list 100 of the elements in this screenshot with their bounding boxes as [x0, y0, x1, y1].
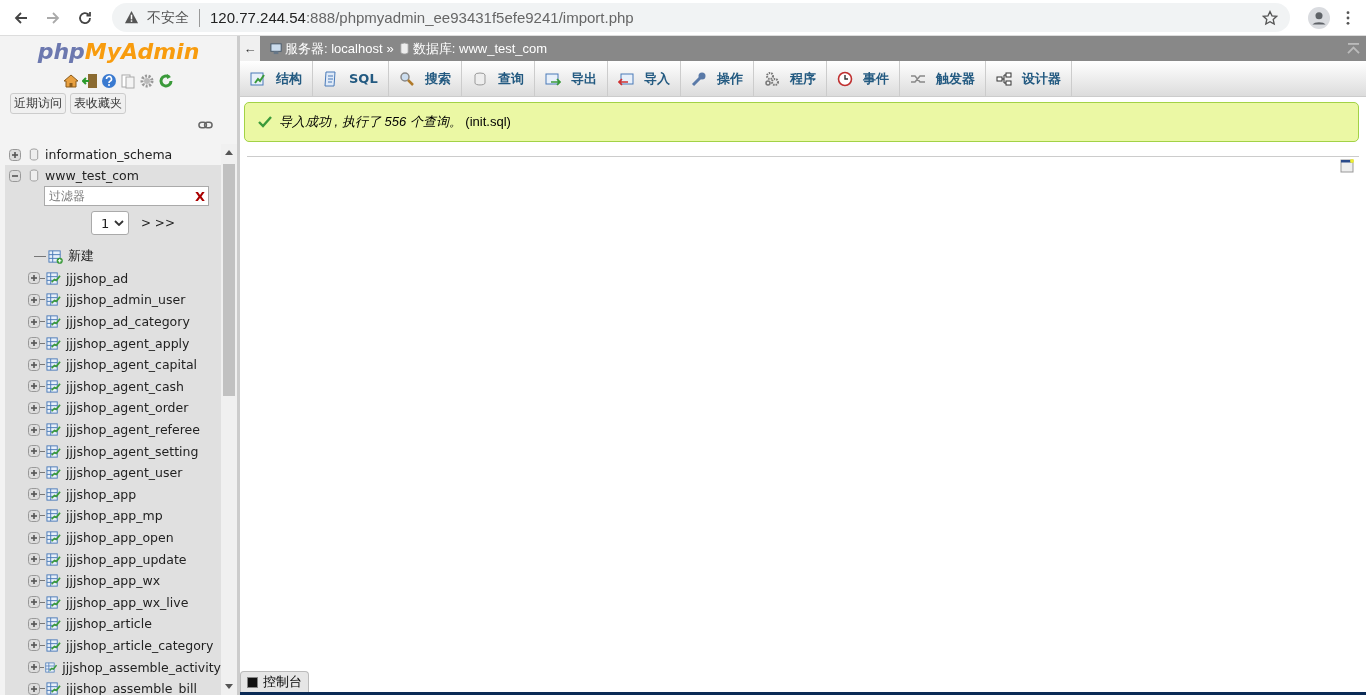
- clear-filter-button[interactable]: X: [194, 188, 208, 204]
- settings-icon[interactable]: [139, 73, 155, 89]
- expand-icon[interactable]: [28, 380, 40, 393]
- table-link[interactable]: jjjshop_agent_referee: [66, 422, 200, 438]
- table-link[interactable]: jjjshop_app_wx: [66, 573, 161, 589]
- expand-icon[interactable]: [28, 682, 40, 695]
- expand-icon[interactable]: [28, 423, 40, 436]
- expand-icon[interactable]: [28, 294, 40, 306]
- table-link[interactable]: jjjshop_ad: [66, 270, 129, 286]
- server-link[interactable]: 服务器: localhost: [285, 39, 383, 58]
- expand-icon[interactable]: [28, 466, 40, 479]
- expand-icon[interactable]: [28, 553, 40, 566]
- expand-icon[interactable]: [28, 315, 40, 328]
- page-select[interactable]: 1: [91, 211, 129, 235]
- table-icon[interactable]: [46, 486, 61, 502]
- new-table-icon[interactable]: [48, 249, 63, 265]
- table-icon[interactable]: [46, 443, 61, 459]
- expand-icon[interactable]: [28, 401, 40, 414]
- table-link[interactable]: jjjshop_app_wx_live: [66, 594, 189, 610]
- table-link[interactable]: jjjshop_agent_setting: [66, 443, 199, 459]
- table-icon[interactable]: [46, 422, 61, 438]
- tab[interactable]: SQL: [313, 61, 389, 96]
- scroll-up-icon[interactable]: [225, 150, 233, 155]
- table-link[interactable]: jjjshop_app_update: [66, 551, 187, 567]
- sidebar-tab-button[interactable]: 近期访问: [10, 93, 66, 114]
- expand-icon[interactable]: [28, 574, 40, 587]
- tab[interactable]: 程序: [753, 61, 827, 96]
- table-link[interactable]: jjjshop_assemble_activity: [62, 659, 221, 675]
- exit-door-icon[interactable]: [82, 73, 98, 89]
- notepad-icon[interactable]: [1340, 159, 1354, 173]
- table-icon[interactable]: [46, 378, 61, 394]
- table-icon[interactable]: [45, 659, 58, 675]
- sidebar-tab-button[interactable]: 表收藏夹: [70, 93, 126, 114]
- table-link[interactable]: jjjshop_app: [66, 486, 137, 502]
- checkmark-icon: [258, 116, 272, 128]
- profile-icon[interactable]: [1308, 6, 1330, 29]
- table-link[interactable]: jjjshop_article: [66, 616, 152, 632]
- table-icon[interactable]: [46, 508, 61, 524]
- next-page-link[interactable]: > >>: [141, 216, 175, 230]
- expand-icon[interactable]: [28, 661, 40, 674]
- table-icon[interactable]: [46, 465, 61, 481]
- table-icon[interactable]: [46, 530, 61, 545]
- expand-icon[interactable]: [28, 531, 40, 544]
- expand-icon[interactable]: [28, 358, 40, 371]
- console-tab[interactable]: 控制台: [240, 671, 309, 692]
- expand-icon[interactable]: [9, 148, 21, 161]
- database-link[interactable]: 数据库: www_test_com: [412, 39, 548, 58]
- expand-icon[interactable]: [28, 596, 40, 609]
- address-bar[interactable]: 不安全 120.77.244.54:888/phpmyadmin_ee93431f5efe9241/import.php: [112, 3, 1290, 32]
- table-link[interactable]: jjjshop_admin_user: [66, 292, 186, 308]
- expand-icon[interactable]: [28, 488, 40, 501]
- reload-icon[interactable]: [77, 9, 93, 26]
- expand-icon[interactable]: [28, 337, 40, 350]
- table-link[interactable]: jjjshop_agent_user: [66, 465, 183, 481]
- table-link[interactable]: jjjshop_app_mp: [66, 508, 163, 524]
- table-link[interactable]: jjjshop_ad_category: [66, 314, 190, 330]
- tab[interactable]: 导出: [534, 61, 608, 96]
- table-link[interactable]: jjjshop_agent_apply: [66, 335, 190, 351]
- table-icon[interactable]: [46, 400, 61, 416]
- home-icon[interactable]: [63, 73, 79, 89]
- tab[interactable]: 操作: [680, 61, 754, 96]
- help-icon[interactable]: [101, 73, 117, 89]
- table-link[interactable]: jjjshop_agent_order: [66, 400, 189, 416]
- table-icon[interactable]: [46, 638, 61, 653]
- table-icon[interactable]: [46, 270, 61, 286]
- table-icon[interactable]: [46, 551, 61, 567]
- table-link[interactable]: jjjshop_agent_capital: [66, 357, 198, 373]
- filter-field[interactable]: 过滤器 X: [44, 186, 209, 206]
- back-icon[interactable]: [13, 9, 29, 26]
- table-icon[interactable]: [46, 573, 61, 589]
- tab[interactable]: 事件: [826, 61, 900, 96]
- table-link[interactable]: jjjshop_agent_cash: [66, 378, 184, 394]
- expand-icon[interactable]: [28, 617, 40, 630]
- table-icon[interactable]: [46, 681, 61, 695]
- star-icon[interactable]: [1262, 9, 1278, 26]
- table-icon[interactable]: [46, 594, 61, 610]
- expand-icon[interactable]: [28, 445, 40, 458]
- tab[interactable]: 结构: [240, 61, 313, 96]
- collapse-icon[interactable]: [9, 169, 21, 182]
- table-link[interactable]: jjjshop_article_category: [66, 638, 214, 653]
- tab[interactable]: 查询: [461, 61, 535, 96]
- table-icon[interactable]: [46, 292, 61, 308]
- table-icon[interactable]: [46, 314, 61, 330]
- link-icon[interactable]: [198, 120, 213, 130]
- table-icon[interactable]: [46, 357, 61, 373]
- new-table-link[interactable]: 新建: [68, 248, 94, 266]
- collapse-panel-button[interactable]: ←: [240, 36, 260, 61]
- table-link[interactable]: jjjshop_app_open: [66, 530, 174, 545]
- tab[interactable]: 搜索: [388, 61, 462, 96]
- menu-icon[interactable]: [1345, 9, 1351, 26]
- tab[interactable]: 设计器: [985, 61, 1072, 96]
- tab[interactable]: 导入: [607, 61, 681, 96]
- expand-icon[interactable]: [28, 639, 40, 652]
- database-link[interactable]: information_schema: [45, 147, 173, 162]
- scroll-down-icon[interactable]: [225, 684, 233, 689]
- expand-icon[interactable]: [28, 272, 40, 285]
- expand-icon[interactable]: [28, 509, 40, 522]
- table-icon[interactable]: [46, 616, 61, 632]
- table-icon[interactable]: [46, 335, 61, 351]
- tab[interactable]: 触发器: [899, 61, 986, 96]
